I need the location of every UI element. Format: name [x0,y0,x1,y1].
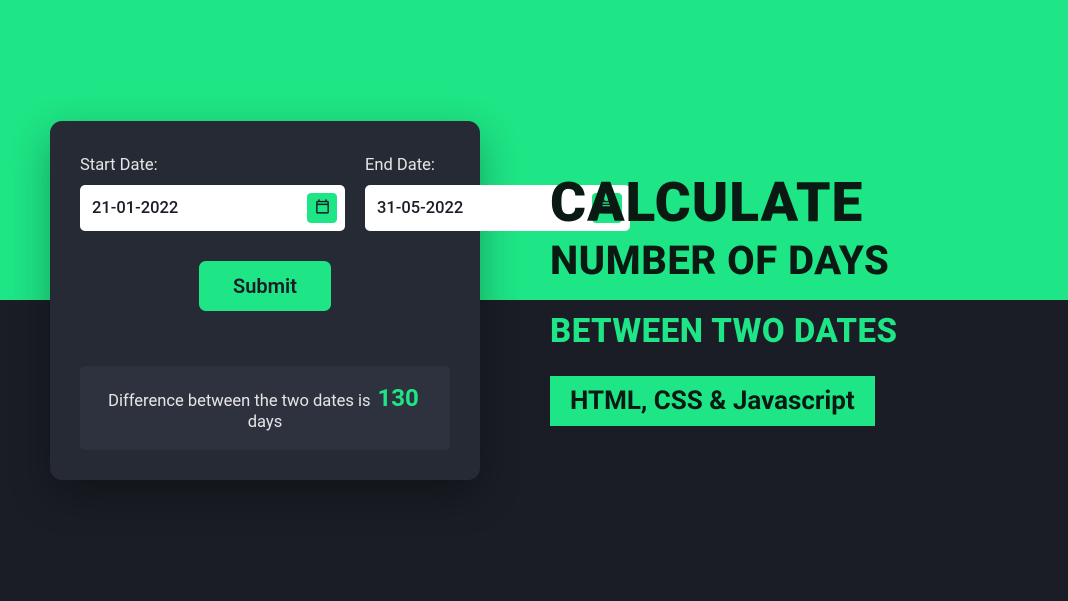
submit-button[interactable]: Submit [199,261,331,311]
start-date-label: Start Date: [80,156,345,175]
result-box: Difference between the two dates is 130 … [80,366,450,450]
result-prefix: Difference between the two dates is [108,392,370,411]
start-date-input[interactable] [92,199,301,218]
start-date-input-wrapper[interactable] [80,185,345,231]
start-date-field: Start Date: [80,156,345,231]
tech-badge: HTML, CSS & Javascript [550,376,875,426]
headline-panel: CALCULATE NUMBER OF DAYS BETWEEN TWO DAT… [490,0,1068,601]
headline-line-2: NUMBER OF DAYS [550,237,1028,284]
result-number: 130 [378,384,419,412]
date-calculator-card: Start Date: End Date: [50,121,480,480]
start-date-calendar-button[interactable] [307,193,337,223]
headline-line-1: CALCULATE [550,176,1028,231]
result-suffix: days [248,413,282,432]
calendar-icon [314,198,331,219]
headline-line-3: BETWEEN TWO DATES [550,312,1028,351]
